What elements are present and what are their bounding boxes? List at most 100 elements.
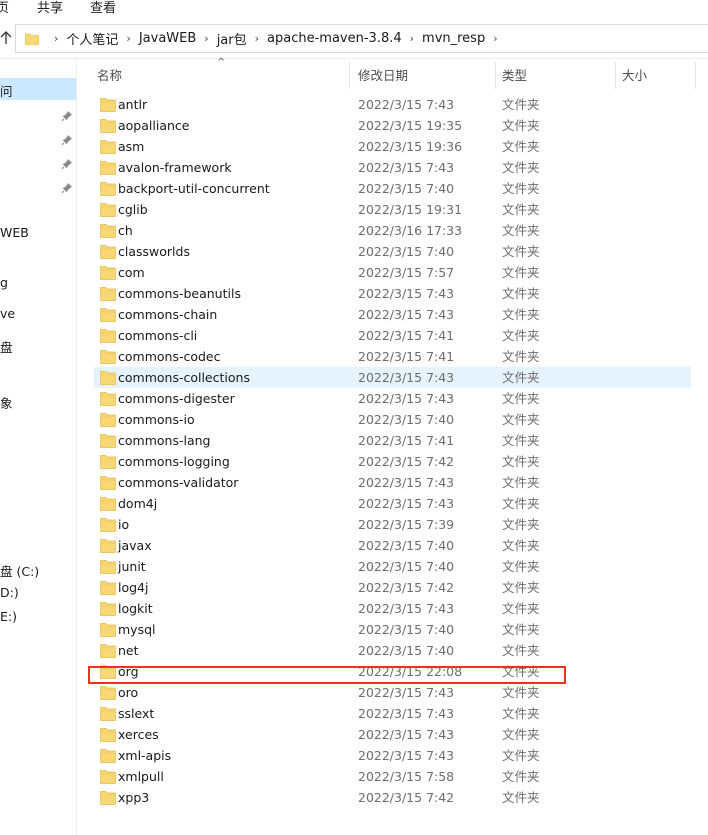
ribbon-tab-share[interactable]: 共享 [37,0,63,16]
file-row[interactable]: commons-cli 2022/3/15 7:41 文件夹 [94,325,691,346]
file-row[interactable]: javax 2022/3/15 7:40 文件夹 [94,535,691,556]
pin-icon[interactable] [61,133,72,146]
file-type: 文件夹 [502,475,540,490]
nav-item-label[interactable]: 盘 [0,337,13,356]
column-header-name[interactable]: 名称 [97,59,122,92]
file-row[interactable]: logkit 2022/3/15 7:43 文件夹 [94,598,691,619]
pane-divider[interactable] [76,59,77,835]
file-name: io [118,517,130,532]
file-row[interactable]: net 2022/3/15 7:40 文件夹 [94,640,691,661]
file-type: 文件夹 [502,685,540,700]
file-modified-date: 2022/3/15 19:35 [358,118,463,133]
file-row[interactable]: com 2022/3/15 7:57 文件夹 [94,262,691,283]
nav-item-label[interactable]: ve [0,306,15,321]
folder-icon [100,118,116,133]
breadcrumb-item[interactable]: 个人笔记 [66,29,118,48]
nav-item-label[interactable]: g [0,275,8,290]
file-row[interactable]: mysql 2022/3/15 7:40 文件夹 [94,619,691,640]
column-divider[interactable] [615,62,616,89]
file-row[interactable]: dom4j 2022/3/15 7:43 文件夹 [94,493,691,514]
file-name: log4j [118,580,149,595]
file-type: 文件夹 [502,286,540,301]
nav-item-label[interactable]: 问 [0,81,13,100]
file-row[interactable]: commons-codec 2022/3/15 7:41 文件夹 [94,346,691,367]
chevron-right-icon[interactable]: › [204,32,208,45]
chevron-right-icon[interactable]: › [255,32,259,45]
file-row[interactable]: aopalliance 2022/3/15 19:35 文件夹 [94,115,691,136]
file-row[interactable]: classworlds 2022/3/15 7:40 文件夹 [94,241,691,262]
column-header-size[interactable]: 大小 [622,59,647,92]
file-row[interactable]: log4j 2022/3/15 7:42 文件夹 [94,577,691,598]
column-header-date[interactable]: 修改日期 [358,59,408,92]
folder-icon [100,748,116,763]
file-row[interactable]: asm 2022/3/15 19:36 文件夹 [94,136,691,157]
folder-icon [100,202,116,217]
file-name: commons-collections [118,370,250,385]
file-row[interactable]: io 2022/3/15 7:39 文件夹 [94,514,691,535]
address-bar[interactable]: › 个人笔记 › JavaWEB › jar包 › apache-maven-3… [15,24,708,53]
column-divider[interactable] [495,62,496,89]
file-row[interactable]: junit 2022/3/15 7:40 文件夹 [94,556,691,577]
file-row[interactable]: xml-apis 2022/3/15 7:43 文件夹 [94,745,691,766]
file-type: 文件夹 [502,496,540,511]
column-divider[interactable] [349,62,350,89]
file-type: 文件夹 [502,181,540,196]
folder-icon [100,622,116,637]
file-row[interactable]: commons-beanutils 2022/3/15 7:43 文件夹 [94,283,691,304]
file-row[interactable]: cglib 2022/3/15 19:31 文件夹 [94,199,691,220]
file-name: avalon-framework [118,160,232,175]
file-modified-date: 2022/3/15 7:43 [358,685,455,700]
nav-item-drive-c[interactable]: 盘 (C:) [0,561,39,580]
folder-icon [100,328,116,343]
breadcrumb-item[interactable]: apache-maven-3.8.4 [267,31,402,46]
chevron-right-icon[interactable]: › [126,32,130,45]
ribbon-tab-view[interactable]: 查看 [90,0,116,16]
file-name: xmlpull [118,769,164,784]
nav-item-drive-d[interactable]: D:) [0,585,19,600]
nav-item-label[interactable]: 象 [0,393,13,412]
file-row[interactable]: sslext 2022/3/15 7:43 文件夹 [94,703,691,724]
nav-item-drive-e[interactable]: E:) [0,609,17,624]
file-row[interactable]: commons-logging 2022/3/15 7:42 文件夹 [94,451,691,472]
folder-icon [100,559,116,574]
pin-icon[interactable] [61,157,72,170]
column-divider[interactable] [695,62,696,89]
folder-icon [100,160,116,175]
breadcrumb-item[interactable]: jar包 [217,29,247,48]
nav-item-label[interactable]: WEB [0,225,29,240]
file-row[interactable]: ch 2022/3/16 17:33 文件夹 [94,220,691,241]
file-modified-date: 2022/3/15 7:43 [358,286,455,301]
file-row[interactable]: xerces 2022/3/15 7:43 文件夹 [94,724,691,745]
file-type: 文件夹 [502,706,540,721]
file-modified-date: 2022/3/15 7:43 [358,97,455,112]
up-arrow-icon[interactable] [0,31,14,47]
breadcrumb-item[interactable]: JavaWEB [139,31,196,46]
file-row[interactable]: commons-digester 2022/3/15 7:43 文件夹 [94,388,691,409]
file-row[interactable]: avalon-framework 2022/3/15 7:43 文件夹 [94,157,691,178]
file-row[interactable]: antlr 2022/3/15 7:43 文件夹 [94,94,691,115]
file-name: commons-chain [118,307,218,322]
pin-icon[interactable] [61,181,72,194]
file-type: 文件夹 [502,349,540,364]
ribbon-tab-0[interactable]: 页 [0,0,9,16]
file-row[interactable]: commons-io 2022/3/15 7:40 文件夹 [94,409,691,430]
file-modified-date: 2022/3/15 7:43 [358,496,455,511]
folder-icon [100,454,116,469]
file-row[interactable]: backport-util-concurrent 2022/3/15 7:40 文件… [94,178,691,199]
breadcrumb: › 个人笔记 › JavaWEB › jar包 › apache-maven-3… [46,25,506,52]
file-row[interactable]: commons-collections 2022/3/15 7:43 文件夹 [94,367,691,388]
pin-icon[interactable] [61,109,72,122]
file-row[interactable]: xmlpull 2022/3/15 7:58 文件夹 [94,766,691,787]
file-row[interactable]: commons-chain 2022/3/15 7:43 文件夹 [94,304,691,325]
chevron-right-icon[interactable]: › [410,32,414,45]
file-name: ch [118,223,133,238]
file-row[interactable]: commons-validator 2022/3/15 7:43 文件夹 [94,472,691,493]
file-type: 文件夹 [502,265,540,280]
file-type: 文件夹 [502,244,540,259]
breadcrumb-item[interactable]: mvn_resp [422,31,485,46]
file-row[interactable]: commons-lang 2022/3/15 7:41 文件夹 [94,430,691,451]
file-row[interactable]: xpp3 2022/3/15 7:42 文件夹 [94,787,691,808]
column-header-type[interactable]: 类型 [502,59,527,92]
file-row[interactable]: oro 2022/3/15 7:43 文件夹 [94,682,691,703]
chevron-right-icon[interactable]: › [493,32,497,45]
